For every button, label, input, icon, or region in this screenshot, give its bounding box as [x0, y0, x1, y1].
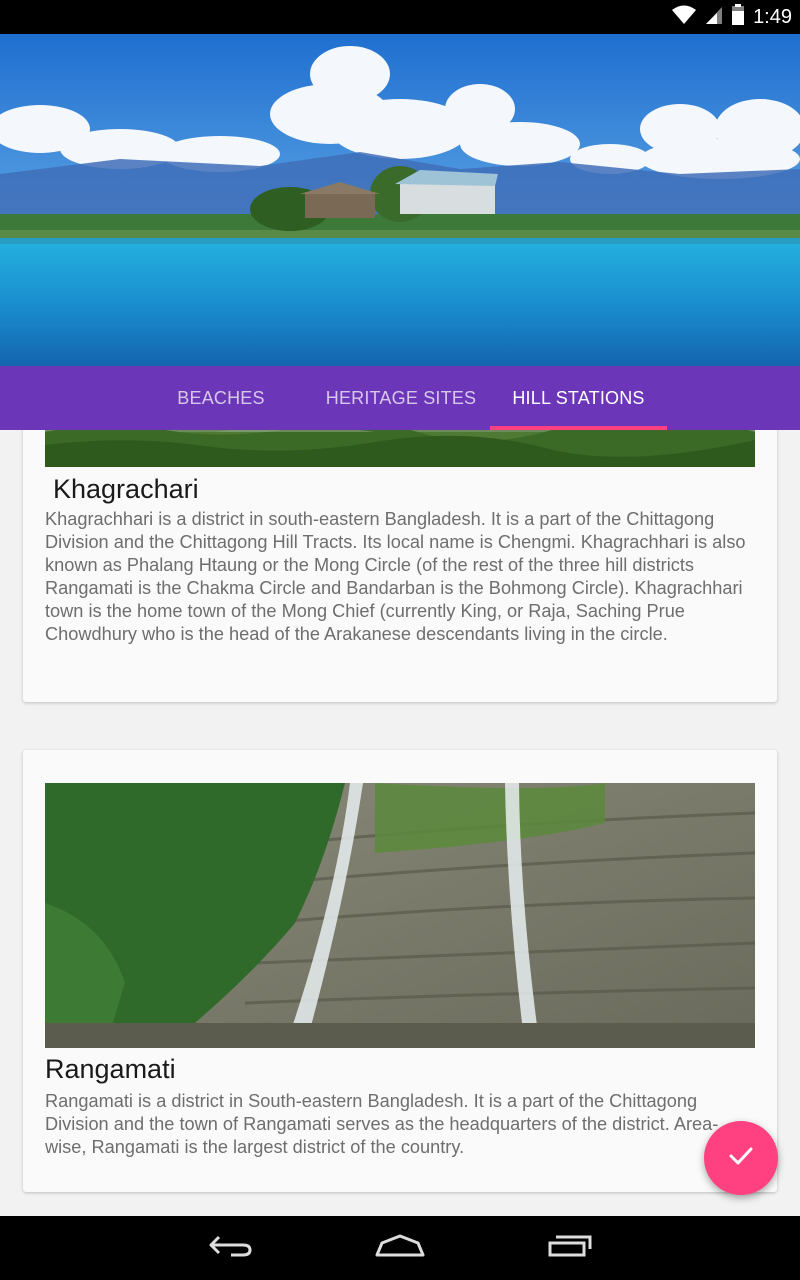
- home-icon: [374, 1233, 426, 1263]
- status-icons: 1:49: [671, 0, 792, 34]
- status-time: 1:49: [753, 5, 792, 28]
- tab-heritage-sites[interactable]: HERITAGE SITES: [318, 366, 484, 430]
- battery-icon: [731, 4, 745, 30]
- back-icon: [207, 1233, 253, 1263]
- wifi-icon: [671, 5, 697, 29]
- confirm-fab-button[interactable]: [704, 1121, 778, 1195]
- tab-bar: BEACHES HERITAGE SITES HILL STATIONS: [0, 366, 800, 430]
- card-description: Khagrachhari is a district in south-east…: [45, 509, 746, 644]
- home-button[interactable]: [350, 1216, 450, 1280]
- status-bar: 1:49: [0, 0, 800, 34]
- card-title: Rangamati: [45, 1054, 176, 1084]
- back-button[interactable]: [180, 1216, 280, 1280]
- recents-icon: [546, 1233, 594, 1263]
- navigation-bar: [0, 1216, 800, 1280]
- check-icon: [728, 1146, 754, 1170]
- card-description: Rangamati is a district in South-eastern…: [45, 1091, 719, 1157]
- card-list[interactable]: Khagrachari Khagrachhari is a district i…: [0, 430, 800, 1216]
- header-image: [0, 34, 800, 366]
- signal-icon: [705, 5, 723, 29]
- recents-button[interactable]: [520, 1216, 620, 1280]
- tab-beaches[interactable]: BEACHES: [160, 366, 282, 430]
- place-card-khagrachari[interactable]: Khagrachari Khagrachhari is a district i…: [23, 430, 777, 702]
- card-image-khagrachari: [45, 430, 755, 467]
- card-image-rangamati: [45, 783, 755, 1048]
- place-card-rangamati[interactable]: Rangamati Rangamati is a district in Sou…: [23, 750, 777, 1192]
- tab-hill-stations[interactable]: HILL STATIONS: [490, 366, 667, 430]
- card-title: Khagrachari: [53, 474, 199, 504]
